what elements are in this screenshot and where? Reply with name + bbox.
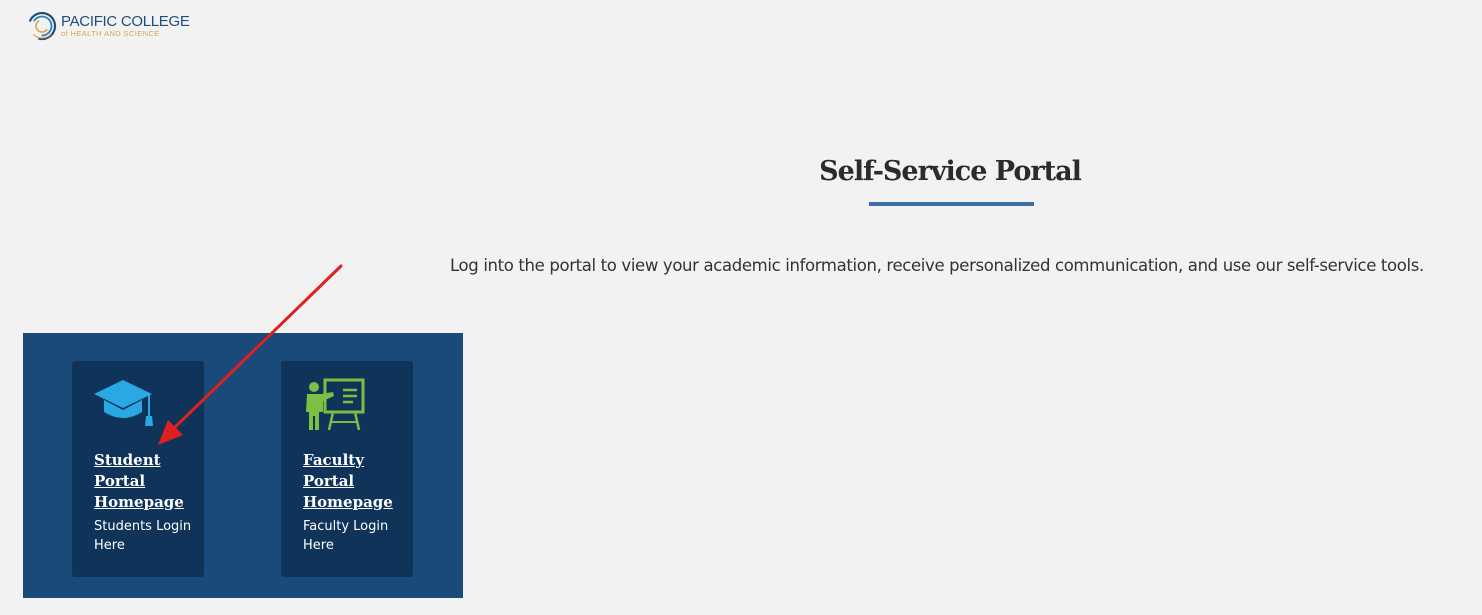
college-logo[interactable]: PACIFIC COLLEGE of HEALTH AND SCIENCE: [27, 11, 190, 41]
faculty-portal-card[interactable]: Faculty Portal Homepage Faculty Login He…: [281, 361, 413, 577]
logo-wordmark: PACIFIC COLLEGE of HEALTH AND SCIENCE: [61, 14, 190, 38]
portal-cards-panel: Student Portal Homepage Students Login H…: [23, 333, 463, 598]
graduation-cap-icon: [94, 380, 153, 426]
title-underline: [869, 202, 1034, 206]
page-title: Self-Service Portal: [819, 156, 1082, 187]
student-portal-card[interactable]: Student Portal Homepage Students Login H…: [72, 361, 204, 577]
college-logo-icon: [27, 11, 57, 41]
teacher-board-icon: [306, 378, 365, 431]
student-portal-link[interactable]: Student Portal Homepage: [94, 450, 194, 513]
student-portal-description: Students Login Here: [94, 519, 192, 553]
faculty-portal-link[interactable]: Faculty Portal Homepage: [303, 450, 403, 513]
logo-title: PACIFIC COLLEGE: [61, 13, 190, 31]
faculty-portal-description: Faculty Login Here: [303, 519, 389, 553]
intro-text: Log into the portal to view your academi…: [450, 256, 1424, 275]
page: PACIFIC COLLEGE of HEALTH AND SCIENCE Se…: [0, 0, 1482, 615]
logo-subtitle: of HEALTH AND SCIENCE: [61, 29, 160, 39]
